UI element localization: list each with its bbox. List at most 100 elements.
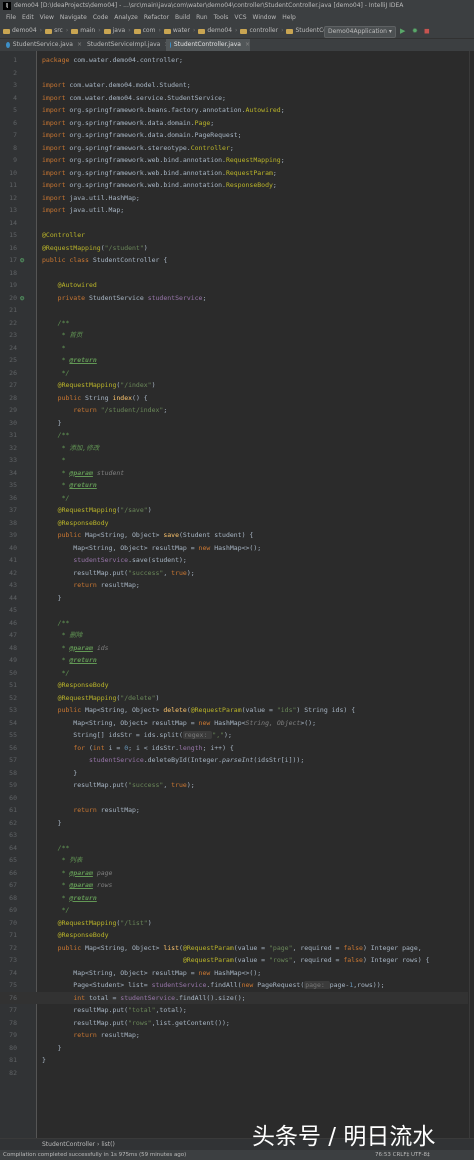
code-line[interactable]: 69 */: [0, 904, 468, 917]
close-icon[interactable]: ×: [245, 39, 250, 51]
code-line[interactable]: 20 ❂ private StudentService studentServic…: [0, 292, 468, 305]
code-line[interactable]: 40 Map<String, Object> resultMap = new H…: [0, 542, 468, 555]
menu-analyze[interactable]: Analyze: [114, 14, 138, 21]
code-line[interactable]: 46 /**: [0, 617, 468, 630]
code-line[interactable]: 47 * 删除: [0, 629, 468, 642]
code-line[interactable]: 75 Page<Student> list= studentService.fi…: [0, 979, 468, 992]
code-line[interactable]: 22 /**: [0, 317, 468, 330]
code-line[interactable]: 49 * @return: [0, 654, 468, 667]
tab-studentcontroller[interactable]: StudentController.java ×: [166, 39, 250, 51]
menu-run[interactable]: Run: [196, 14, 208, 21]
code-line[interactable]: 64 /**: [0, 842, 468, 855]
tab-studentservice[interactable]: StudentService.java ×: [2, 39, 82, 51]
code-line[interactable]: 2: [0, 67, 468, 80]
code-line[interactable]: 72 public Map<String, Object> list(@Requ…: [0, 942, 468, 955]
code-line[interactable]: 34 * @param student: [0, 467, 468, 480]
breadcrumb-item[interactable]: demo04 ›: [198, 24, 237, 38]
code-line[interactable]: 76 int total = studentService.findAll().…: [0, 991, 468, 1004]
code-line[interactable]: 28 public String index() {: [0, 392, 468, 405]
code-line[interactable]: 62 }: [0, 817, 468, 830]
tab-studentserviceimpl[interactable]: StudentServiceImpl.java×: [80, 39, 169, 51]
code-line[interactable]: 48 * @param ids: [0, 642, 468, 655]
code-line[interactable]: 67 * @param rows: [0, 879, 468, 892]
spring-bean-icon[interactable]: ❂: [20, 256, 28, 264]
code-line[interactable]: 81}: [0, 1054, 468, 1067]
code-line[interactable]: 6 import org.springframework.data.domain.…: [0, 117, 468, 130]
code-line[interactable]: 45: [0, 604, 468, 617]
breadcrumb-item[interactable]: controller ›: [240, 24, 283, 38]
code-line[interactable]: 32 * 添加,修改: [0, 442, 468, 455]
code-line[interactable]: 37 @RequestMapping("/save"): [0, 504, 468, 517]
code-line[interactable]: 10 import org.springframework.web.bind.an…: [0, 167, 468, 180]
run-icon[interactable]: ▶: [400, 26, 405, 36]
code-line[interactable]: 16 @RequestMapping("/student"): [0, 242, 468, 255]
code-line[interactable]: 51 @ResponseBody: [0, 679, 468, 692]
code-line[interactable]: 43 return resultMap;: [0, 579, 468, 592]
breadcrumb-item[interactable]: src ›: [45, 24, 68, 38]
menu-refactor[interactable]: Refactor: [144, 14, 169, 21]
code-line[interactable]: 65 * 列表: [0, 854, 468, 867]
menu-navigate[interactable]: Navigate: [60, 14, 87, 21]
code-line[interactable]: 26 */: [0, 367, 468, 380]
error-stripe[interactable]: [469, 51, 474, 1138]
menu-tools[interactable]: Tools: [214, 14, 229, 21]
code-line[interactable]: 55 String[] idsStr = ids.split(regex: ",…: [0, 729, 468, 742]
code-line[interactable]: 58 }: [0, 767, 468, 780]
code-line[interactable]: 53 public Map<String, Object> delete(@Re…: [0, 704, 468, 717]
menu-build[interactable]: Build: [175, 14, 190, 21]
menu-vcs[interactable]: VCS: [234, 14, 246, 21]
code-line[interactable]: 24 *: [0, 342, 468, 355]
code-line[interactable]: 71 @ResponseBody: [0, 929, 468, 942]
code-line[interactable]: 70 @RequestMapping("/list"): [0, 917, 468, 930]
code-line[interactable]: 31 /**: [0, 429, 468, 442]
code-line[interactable]: 50 */: [0, 667, 468, 680]
menu-file[interactable]: File: [6, 14, 16, 21]
code-line[interactable]: 23 * 首页: [0, 329, 468, 342]
code-line[interactable]: 21: [0, 304, 468, 317]
code-line[interactable]: 56 for (int i = 0; i < idsStr.length; i+…: [0, 742, 468, 755]
menu-window[interactable]: Window: [253, 14, 277, 21]
code-line[interactable]: 73 @RequestParam(value = "rows", require…: [0, 954, 468, 967]
code-line[interactable]: 42 resultMap.put("success", true);: [0, 567, 468, 580]
code-line[interactable]: 4 import com.water.demo04.service.Student…: [0, 92, 468, 105]
code-line[interactable]: 39 public Map<String, Object> save(Stude…: [0, 529, 468, 542]
code-editor[interactable]: 1 package com.water.demo04.controller; 2 3 i…: [0, 51, 474, 1138]
code-line[interactable]: 29 return "/student/index";: [0, 404, 468, 417]
breadcrumb-item[interactable]: com ›: [133, 24, 161, 38]
run-config-select[interactable]: Demo04Application ▾: [324, 26, 396, 38]
menu-edit[interactable]: Edit: [22, 14, 34, 21]
code-line[interactable]: 18: [0, 267, 468, 280]
code-line[interactable]: 61 return resultMap;: [0, 804, 468, 817]
code-area[interactable]: 1 package com.water.demo04.controller; 2 3 i…: [0, 51, 468, 1138]
code-line[interactable]: 82: [0, 1067, 468, 1080]
code-line[interactable]: 66 * @param page: [0, 867, 468, 880]
code-line[interactable]: 8 import org.springframework.stereotype.C…: [0, 142, 468, 155]
code-line[interactable]: 36 */: [0, 492, 468, 505]
code-line[interactable]: 25 * @return: [0, 354, 468, 367]
code-line[interactable]: 11 import org.springframework.web.bind.an…: [0, 179, 468, 192]
code-line[interactable]: 17 ❂ public class StudentController {: [0, 254, 468, 267]
code-line[interactable]: 60: [0, 792, 468, 805]
code-line[interactable]: 41 studentService.save(student);: [0, 554, 468, 567]
breadcrumb-item[interactable]: java ›: [103, 24, 131, 38]
code-line[interactable]: 13 import java.util.Map;: [0, 204, 468, 217]
breadcrumb-item[interactable]: main ›: [71, 24, 101, 38]
code-line[interactable]: 57 studentService.deleteById(Integer.par…: [0, 754, 468, 767]
code-line[interactable]: 19 @Autowired: [0, 279, 468, 292]
code-line[interactable]: 59 resultMap.put("success", true);: [0, 779, 468, 792]
code-line[interactable]: 78 resultMap.put("rows",list.getContent(…: [0, 1017, 468, 1030]
code-line[interactable]: 9 import org.springframework.web.bind.ann…: [0, 154, 468, 167]
menu-help[interactable]: Help: [282, 14, 296, 21]
breadcrumb-item[interactable]: water ›: [163, 24, 195, 38]
code-line[interactable]: 44 }: [0, 592, 468, 605]
code-line[interactable]: 54 Map<String, Object> resultMap = new H…: [0, 717, 468, 730]
code-line[interactable]: 68 * @return: [0, 892, 468, 905]
code-line[interactable]: 38 @ResponseBody: [0, 517, 468, 530]
code-line[interactable]: 77 resultMap.put("total",total);: [0, 1004, 468, 1017]
code-line[interactable]: 5 import org.springframework.beans.factor…: [0, 104, 468, 117]
code-line[interactable]: 33 *: [0, 454, 468, 467]
code-line[interactable]: 12 import java.util.HashMap;: [0, 192, 468, 205]
code-line[interactable]: 3 import com.water.demo04.model.Student;: [0, 79, 468, 92]
spring-bean-icon[interactable]: ❂: [20, 294, 28, 302]
code-line[interactable]: 63: [0, 829, 468, 842]
